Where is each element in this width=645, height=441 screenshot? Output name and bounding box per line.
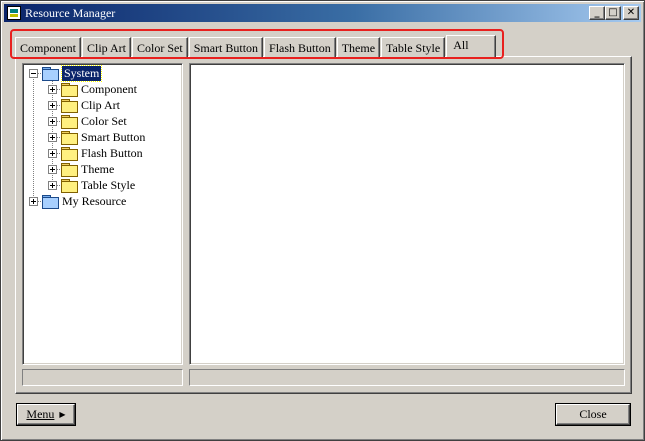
tree-node-component[interactable]: Component [48, 81, 137, 97]
close-window-button[interactable]: ✕ [623, 6, 639, 20]
tab-all[interactable]: All [446, 35, 497, 58]
tab-component[interactable]: Component [15, 37, 81, 58]
expand-icon[interactable] [48, 148, 57, 158]
tree-node-color-set[interactable]: Color Set [48, 113, 127, 129]
app-icon[interactable] [7, 6, 21, 20]
resource-tree[interactable]: System Component Clip Art Color Set Smar… [22, 63, 183, 365]
resource-manager-window: Resource Manager _ □ ✕ Component Clip Ar… [0, 0, 645, 441]
tree-node-label: Clip Art [81, 97, 121, 112]
tab-flash-button[interactable]: Flash Button [264, 37, 336, 58]
maximize-button[interactable]: □ [605, 6, 621, 20]
tab-label: Table Style [386, 40, 441, 55]
folder-icon [61, 114, 78, 129]
menu-button-label: Menu [26, 407, 55, 421]
menu-button[interactable]: Menu ▶ [17, 404, 75, 425]
tab-strip: Component Clip Art Color Set Smart Butto… [15, 35, 497, 58]
tree-node-theme[interactable]: Theme [48, 161, 114, 177]
tab-label: Clip Art [87, 40, 127, 55]
title-bar[interactable]: Resource Manager _ □ ✕ [4, 4, 641, 22]
close-button[interactable]: Close [556, 404, 630, 425]
tree-node-label: Component [81, 81, 137, 96]
tab-label: Color Set [137, 40, 183, 55]
tab-theme[interactable]: Theme [336, 37, 381, 58]
tree-node-label: Table Style [81, 177, 136, 192]
window-title: Resource Manager [25, 5, 116, 20]
folder-icon [42, 194, 59, 209]
tree-node-smart-button[interactable]: Smart Button [48, 129, 145, 145]
expand-icon[interactable] [48, 84, 57, 94]
tree-node-label: My Resource [62, 193, 127, 208]
tab-label: Theme [341, 40, 376, 55]
folder-open-icon [42, 66, 59, 81]
tree-node-system[interactable]: System [29, 64, 103, 82]
tab-label: All [453, 37, 469, 52]
folder-icon [61, 98, 78, 113]
tab-color-set[interactable]: Color Set [132, 37, 188, 58]
expand-icon[interactable] [48, 116, 57, 126]
folder-icon [61, 82, 78, 97]
folder-icon [61, 130, 78, 145]
folder-icon [61, 146, 78, 161]
expand-icon[interactable] [48, 132, 57, 142]
tab-smart-button[interactable]: Smart Button [188, 37, 264, 58]
tree-node-label: Flash Button [81, 145, 143, 160]
tab-label: Smart Button [193, 40, 259, 55]
tab-clip-art[interactable]: Clip Art [82, 37, 132, 58]
tree-node-flash-button[interactable]: Flash Button [48, 145, 143, 161]
tree-node-table-style[interactable]: Table Style [48, 177, 135, 193]
tab-table-style[interactable]: Table Style [381, 37, 446, 58]
tree-node-my-resource[interactable]: My Resource [29, 193, 126, 209]
minimize-button[interactable]: _ [589, 6, 605, 20]
tree-node-label: Smart Button [81, 129, 146, 144]
tree-connector-line [33, 79, 34, 203]
tree-node-label: System [60, 64, 103, 82]
expand-icon[interactable] [29, 196, 38, 206]
caption-buttons: _ □ ✕ [589, 6, 639, 20]
tree-node-clip-art[interactable]: Clip Art [48, 97, 120, 113]
close-button-label: Close [579, 407, 607, 421]
collapse-icon[interactable] [29, 68, 38, 78]
tree-node-label: Theme [81, 161, 115, 176]
folder-icon [61, 162, 78, 177]
tab-label: Component [20, 40, 76, 55]
expand-icon[interactable] [48, 180, 57, 190]
resource-content-pane[interactable] [189, 63, 625, 365]
expand-icon[interactable] [48, 164, 57, 174]
tab-label: Flash Button [269, 40, 331, 55]
triangle-right-icon: ▶ [59, 410, 66, 419]
tree-status-bar [22, 369, 183, 386]
folder-icon [61, 178, 78, 193]
tree-node-label: Color Set [81, 113, 127, 128]
content-status-bar [189, 369, 625, 386]
expand-icon[interactable] [48, 100, 57, 110]
